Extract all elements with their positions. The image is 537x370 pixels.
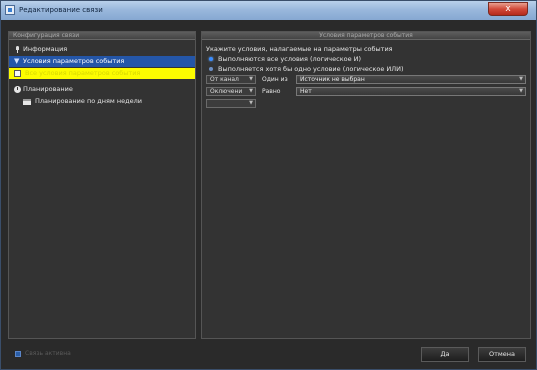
document-icon	[14, 70, 21, 77]
radio-label: Выполняются все условия (логическое И)	[218, 55, 362, 63]
tree-item-label: Условия параметров события	[23, 57, 125, 65]
link-active-checkbox[interactable]	[15, 351, 21, 357]
tree-item-weekly-planning[interactable]: Планирование по дням недели	[9, 96, 195, 107]
radio-any-condition[interactable]: Выполняется хотя бы одно условие (логиче…	[206, 64, 526, 74]
radio-selected-icon	[209, 57, 213, 61]
app-icon	[5, 5, 15, 15]
link-configuration-panel: Конфигурация связи Информация ▼ Условия …	[8, 31, 196, 339]
tree-item-selected-condition[interactable]: Все условия параметров события	[9, 68, 195, 79]
tree-item-label: Планирование	[23, 85, 73, 93]
chevron-down-icon: ▼	[519, 76, 523, 82]
condition-operator: Равно	[262, 88, 281, 95]
link-active-label: Связь активна	[25, 350, 71, 357]
tree-item-planning[interactable]: Планирование	[9, 84, 195, 95]
info-pin-icon	[14, 46, 21, 53]
select-value: Источник не выбран	[300, 76, 365, 83]
condition-value-select[interactable]: Нет ▼	[296, 87, 526, 96]
funnel-icon: ▼	[14, 57, 20, 65]
tree-item-label: Планирование по дням недели	[35, 97, 142, 105]
left-panel-header: Конфигурация связи	[9, 32, 195, 40]
chevron-down-icon: ▼	[249, 76, 253, 82]
conditions-instruction: Укажите условия, налагаемые на параметры…	[206, 45, 393, 53]
event-conditions-panel: Условия параметров события Укажите услов…	[201, 31, 531, 339]
condition-operator: Один из	[262, 76, 288, 83]
title-bar[interactable]: Редактирование связи x	[1, 1, 536, 20]
clock-icon	[14, 86, 21, 93]
cancel-button[interactable]: Отмена	[478, 347, 526, 362]
chevron-down-icon: ▼	[249, 88, 253, 94]
tree-item-label: Информация	[23, 45, 68, 53]
radio-unselected-icon	[209, 67, 213, 71]
select-value: Нет	[300, 88, 312, 95]
condition-field-select[interactable]: От канал ▼	[206, 75, 256, 84]
right-panel-header: Условия параметров события	[202, 32, 530, 40]
close-button[interactable]: x	[488, 2, 528, 16]
tree-item-label: Все условия параметров события	[25, 69, 141, 77]
calendar-icon	[23, 99, 31, 105]
chevron-down-icon: ▼	[519, 88, 523, 94]
tree-item-event-conditions[interactable]: ▼ Условия параметров события	[9, 56, 195, 67]
new-condition-field-select[interactable]: ▼	[206, 99, 256, 108]
tree-item-info[interactable]: Информация	[9, 44, 195, 55]
condition-value-select[interactable]: Источник не выбран ▼	[296, 75, 526, 84]
select-value: Оключени	[210, 88, 243, 95]
window-title: Редактирование связи	[19, 6, 103, 14]
radio-label: Выполняется хотя бы одно условие (логиче…	[218, 65, 404, 73]
chevron-down-icon: ▼	[249, 100, 253, 106]
condition-field-select[interactable]: Оключени ▼	[206, 87, 256, 96]
ok-button[interactable]: Да	[421, 347, 469, 362]
select-value: От канал	[210, 76, 239, 83]
condition-row-new: ▼	[206, 99, 526, 110]
condition-row: От канал ▼ Один из Источник не выбран ▼	[206, 75, 526, 86]
radio-all-conditions[interactable]: Выполняются все условия (логическое И)	[206, 54, 526, 64]
condition-row: Оключени ▼ Равно Нет ▼	[206, 87, 526, 98]
dialog-window: Редактирование связи x Конфигурация связ…	[0, 0, 537, 370]
